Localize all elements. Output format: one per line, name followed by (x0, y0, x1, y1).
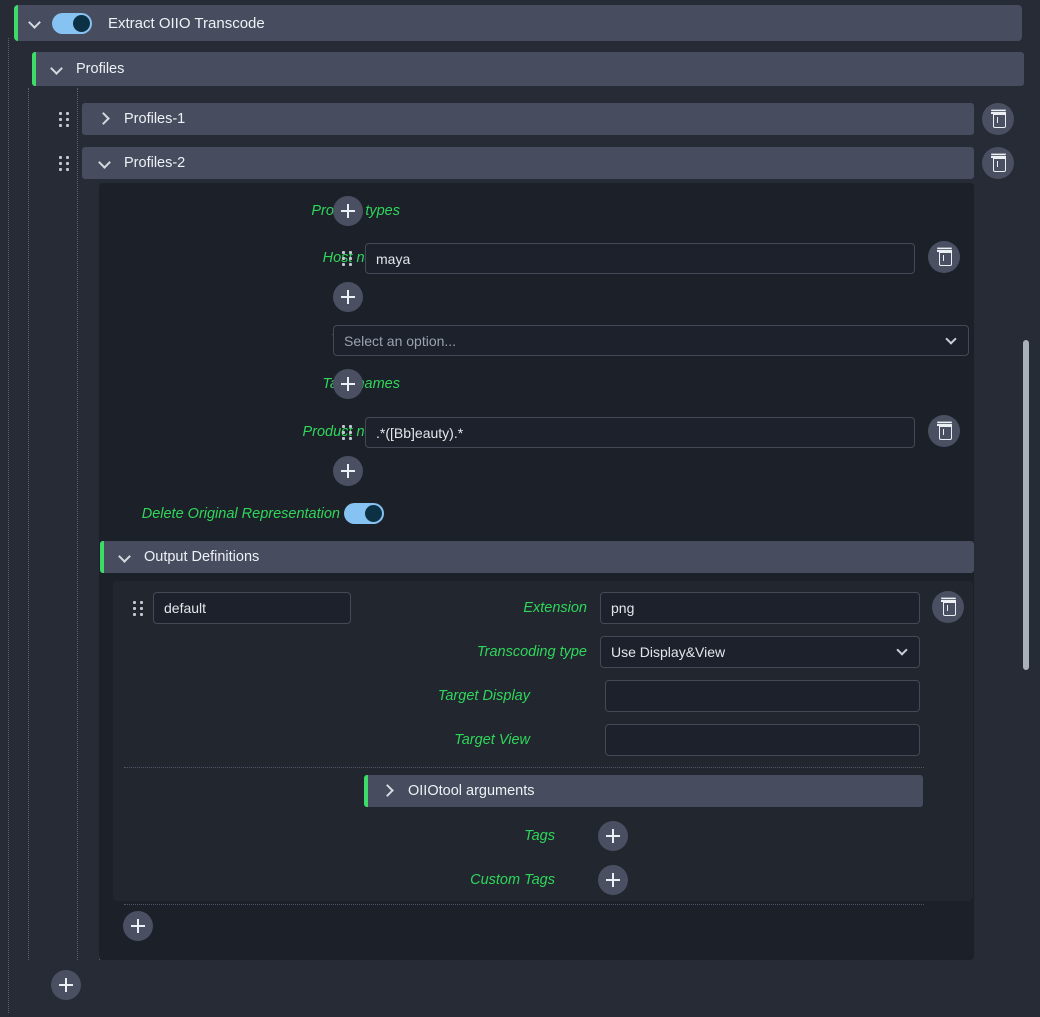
accent-bar (364, 775, 368, 807)
add-product-name-button[interactable] (333, 456, 363, 486)
trash-icon (991, 155, 1006, 171)
output-definitions-title: Output Definitions (144, 549, 259, 565)
transcoding-type-select[interactable]: Use Display&View (600, 636, 920, 668)
field-extension: Extension (360, 593, 587, 623)
trash-icon (941, 599, 956, 615)
tree-guide-level-2 (77, 88, 78, 960)
target-view-input[interactable] (605, 724, 920, 756)
output-definitions-header[interactable]: Output Definitions (100, 541, 974, 573)
field-custom-tags: Custom Tags (400, 865, 555, 895)
field-host-names: Host names (140, 243, 400, 273)
chevron-down-icon[interactable] (118, 550, 132, 564)
drag-handle-icon[interactable] (131, 599, 145, 617)
trash-icon (937, 249, 952, 265)
field-target-view: Target View (360, 725, 530, 755)
add-tag-button[interactable] (598, 821, 628, 851)
plus-icon (341, 290, 355, 304)
delete-original-representation-toggle[interactable] (344, 503, 384, 524)
chevron-down-icon[interactable] (28, 16, 42, 30)
trash-icon (937, 423, 952, 439)
chevron-down-icon[interactable] (98, 156, 112, 170)
accent-bar (82, 147, 86, 179)
drag-handle-icon[interactable] (57, 154, 71, 172)
scrollbar-thumb[interactable] (1023, 340, 1029, 670)
accent-bar (32, 52, 36, 86)
field-transcoding-type: Transcoding type (360, 637, 587, 667)
profile-item-title-2: Profiles-2 (124, 155, 185, 171)
field-target-display: Target Display (360, 681, 530, 711)
chevron-down-icon (897, 646, 909, 658)
field-label: Target View (454, 732, 530, 748)
oiiotool-arguments-header[interactable]: OIIOtool arguments (364, 775, 923, 807)
profiles-group-header[interactable]: Profiles (32, 52, 1024, 86)
transcoding-type-value: Use Display&View (611, 644, 725, 660)
add-host-name-button[interactable] (333, 282, 363, 312)
add-product-type-button[interactable] (333, 196, 363, 226)
field-label: Custom Tags (470, 872, 555, 888)
plugin-title: Extract OIIO Transcode (108, 15, 265, 32)
delete-output-definition-button[interactable] (932, 591, 964, 623)
chevron-down-icon (946, 335, 958, 347)
delete-profile-2-button[interactable] (982, 147, 1014, 179)
delete-host-name-0-button[interactable] (928, 241, 960, 273)
section-divider (124, 767, 924, 768)
tree-guide-level-0 (8, 38, 9, 1013)
output-definition-name-input[interactable] (153, 592, 351, 624)
oiiotool-arguments-title: OIIOtool arguments (408, 783, 535, 799)
profile-item-header-1[interactable]: Profiles-1 (82, 103, 974, 135)
product-names-input-0[interactable] (365, 417, 915, 448)
delete-product-name-0-button[interactable] (928, 415, 960, 447)
chevron-right-icon[interactable] (382, 784, 396, 798)
delete-profile-1-button[interactable] (982, 103, 1014, 135)
task-types-placeholder: Select an option... (344, 333, 456, 349)
field-label: Delete Original Representation (142, 506, 340, 522)
add-custom-tag-button[interactable] (598, 865, 628, 895)
profile-item-header-2[interactable]: Profiles-2 (82, 147, 974, 179)
drag-handle-icon[interactable] (340, 423, 354, 441)
field-label: Tags (524, 828, 555, 844)
plus-icon (131, 919, 145, 933)
extension-input[interactable] (600, 592, 920, 624)
add-profile-button[interactable] (51, 970, 81, 1000)
drag-handle-icon[interactable] (57, 110, 71, 128)
tree-guide-level-1 (28, 88, 29, 960)
settings-page: Extract OIIO Transcode Profiles Profiles… (0, 0, 1040, 1017)
host-names-input-0[interactable] (365, 243, 915, 274)
field-product-names: Product names (140, 417, 400, 447)
plus-icon (59, 978, 73, 992)
plus-icon (606, 873, 620, 887)
field-label: Transcoding type (477, 644, 587, 660)
field-delete-original-representation: Delete Original Representation (100, 500, 340, 528)
plus-icon (341, 377, 355, 391)
field-label: Extension (523, 600, 587, 616)
accent-bar (100, 541, 104, 573)
plus-icon (606, 829, 620, 843)
field-label: Target Display (438, 688, 530, 704)
entry-bottom-divider (124, 904, 924, 905)
plus-icon (341, 464, 355, 478)
field-tags: Tags (400, 821, 555, 851)
accent-bar (82, 103, 86, 135)
drag-handle-icon[interactable] (340, 249, 354, 267)
accent-bar (14, 5, 18, 41)
plus-icon (341, 204, 355, 218)
target-display-input[interactable] (605, 680, 920, 712)
vertical-scrollbar[interactable] (1022, 0, 1030, 1017)
profile-item-title-1: Profiles-1 (124, 111, 185, 127)
plugin-enable-toggle[interactable] (52, 13, 92, 34)
add-output-definition-button[interactable] (123, 911, 153, 941)
trash-icon (991, 111, 1006, 127)
chevron-right-icon[interactable] (98, 112, 112, 126)
add-task-name-button[interactable] (333, 369, 363, 399)
plugin-header-row[interactable]: Extract OIIO Transcode (14, 5, 1022, 41)
task-types-select[interactable]: Select an option... (333, 325, 969, 356)
chevron-down-icon[interactable] (50, 62, 64, 76)
profiles-group-title: Profiles (76, 61, 124, 77)
